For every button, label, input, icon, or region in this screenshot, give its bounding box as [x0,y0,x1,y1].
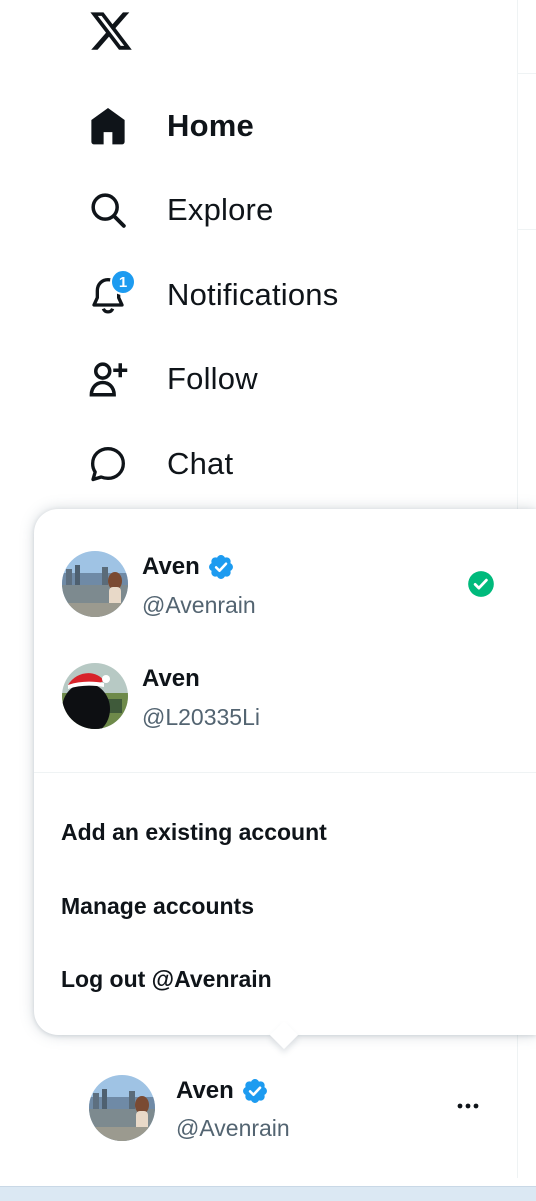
account-row-active[interactable]: Aven @Avenrain [34,539,536,629]
avatar [62,551,128,617]
nav-explore-label: Explore [167,192,274,227]
nav-follow[interactable]: Follow [86,351,258,407]
home-icon [86,104,130,148]
chat-icon [86,442,130,486]
verified-badge-icon [208,555,233,579]
right-column-divider [517,229,536,230]
window-bottom-edge [0,1186,536,1201]
account-name: Aven [142,665,200,693]
bell-icon: 1 [86,269,136,317]
notification-badge: 1 [110,269,136,295]
account-switcher-button[interactable]: Aven @Avenrain [86,1068,506,1148]
active-account-check-icon [468,571,494,597]
log-out-item[interactable]: Log out @Avenrain [61,966,272,993]
nav-explore[interactable]: Explore [86,182,274,238]
nav-chat[interactable]: Chat [86,436,233,492]
nav-notifications-label: Notifications [167,277,339,312]
verified-badge-icon [242,1079,267,1103]
right-column-divider [517,73,536,74]
avatar [62,663,128,729]
more-options-icon[interactable] [454,1096,482,1116]
switcher-handle: @Avenrain [176,1115,290,1141]
switcher-name: Aven [176,1077,269,1105]
avatar [89,1075,155,1141]
account-name-text: Aven [142,665,200,692]
add-user-icon [86,357,130,401]
nav-home[interactable]: Home [86,98,254,154]
account-handle: @Avenrain [142,592,256,618]
add-existing-account-item[interactable]: Add an existing account [61,819,327,846]
account-name: Aven [142,553,235,581]
account-name-text: Aven [142,553,200,580]
manage-accounts-item[interactable]: Manage accounts [61,893,254,920]
account-menu-popup: Aven @Avenrain Aven @L20335Li Add an exi… [34,509,536,1035]
nav-notifications[interactable]: 1 Notifications [86,267,338,323]
switcher-name-text: Aven [176,1077,234,1104]
search-icon [86,188,130,232]
account-handle: @L20335Li [142,704,260,730]
nav-follow-label: Follow [167,361,258,396]
nav-chat-label: Chat [167,446,234,481]
account-row-secondary[interactable]: Aven @L20335Li [34,651,536,741]
nav-home-label: Home [167,108,254,143]
popup-divider [34,772,536,773]
x-logo-icon[interactable] [88,8,134,54]
